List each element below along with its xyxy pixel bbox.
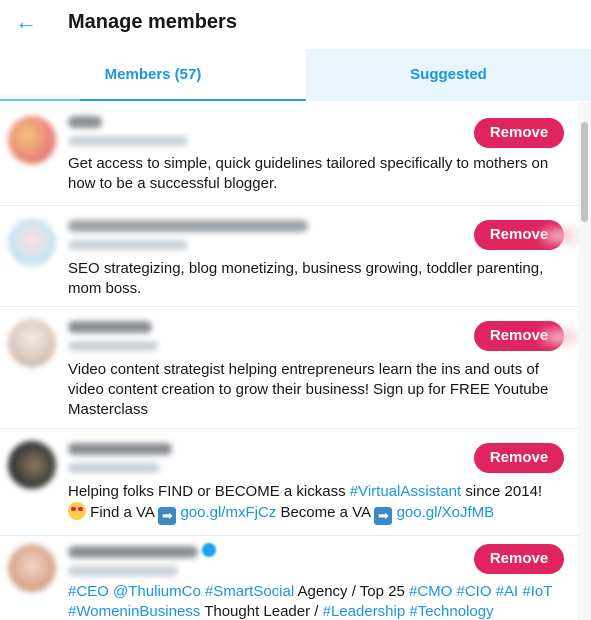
bio-text: since 2014! (461, 483, 543, 500)
url-link[interactable]: goo.gl/XoJfMB (397, 504, 495, 521)
hashtag-link[interactable]: #CMO (409, 583, 452, 600)
hashtag-link[interactable]: #AI (496, 583, 519, 600)
bio-text: Find a VA (86, 504, 159, 521)
verified-badge-icon (202, 543, 216, 557)
member-name-blurred[interactable] (68, 546, 198, 558)
remove-button[interactable]: Remove (474, 443, 564, 473)
bio-text: Helping folks FIND or BECOME a kickass (68, 483, 350, 500)
hashtag-link[interactable]: #WomeninBusiness (68, 603, 200, 620)
list-item: Remove #CEO @ThuliumCo #SmartSocial Agen… (0, 536, 578, 620)
list-item: Remove Get access to simple, quick guide… (0, 102, 578, 206)
scrollbar-thumb[interactable] (581, 122, 588, 222)
modal-header: ← Manage members (0, 0, 591, 46)
member-handle-blurred (68, 463, 160, 473)
list-item: Remove Helping folks FIND or BECOME a ki… (0, 429, 578, 536)
member-handle-blurred (68, 240, 188, 250)
hashtag-link[interactable]: #Technology (409, 603, 493, 620)
bio-text: Agency / Top 25 (294, 583, 409, 600)
member-handle-blurred (68, 136, 188, 146)
hashtag-link[interactable]: #VirtualAssistant (350, 483, 461, 500)
member-bio: Get access to simple, quick guidelines t… (68, 155, 549, 192)
blur-artifact (540, 226, 578, 246)
bio-text: Thought Leader / (200, 603, 323, 620)
remove-button[interactable]: Remove (474, 118, 564, 148)
member-name-blurred[interactable] (68, 321, 152, 333)
hashtag-link[interactable]: #CEO (68, 583, 109, 600)
scrollbar[interactable] (578, 102, 591, 620)
right-arrow-emoji-icon: ➡ (374, 507, 393, 525)
blur-artifact (540, 327, 578, 347)
mention-link[interactable]: @ThuliumCo (113, 583, 201, 600)
heart-eyes-emoji-icon (68, 502, 86, 520)
page-title: Manage members (68, 11, 237, 33)
hashtag-link[interactable]: #SmartSocial (205, 583, 294, 600)
member-bio: Video content strategist helping entrepr… (68, 361, 549, 418)
hashtag-link[interactable]: #IoT (522, 583, 552, 600)
tab-suggested[interactable]: Suggested (306, 49, 591, 101)
avatar[interactable] (8, 218, 56, 266)
hashtag-link[interactable]: #CIO (457, 583, 492, 600)
avatar[interactable] (8, 441, 56, 489)
avatar[interactable] (8, 116, 56, 164)
tab-bar: Members (57) Suggested (0, 49, 591, 101)
right-arrow-emoji-icon: ➡ (158, 507, 177, 525)
member-name-blurred[interactable] (68, 220, 308, 232)
list-item: Remove Video content strategist helping … (0, 307, 578, 429)
bio-text: Become a VA (276, 504, 375, 521)
member-bio: SEO strategizing, blog monetizing, busin… (68, 260, 544, 297)
member-list: Remove Get access to simple, quick guide… (0, 102, 578, 620)
member-name-blurred[interactable] (68, 116, 102, 128)
url-link[interactable]: goo.gl/mxFjCz (180, 504, 276, 521)
avatar[interactable] (8, 319, 56, 367)
avatar[interactable] (8, 544, 56, 592)
list-item: Remove SEO strategizing, blog monetizing… (0, 206, 578, 307)
member-bio: Helping folks FIND or BECOME a kickass #… (68, 482, 568, 525)
back-arrow-icon[interactable]: ← (12, 8, 40, 36)
hashtag-link[interactable]: #Leadership (323, 603, 406, 620)
remove-button[interactable]: Remove (474, 544, 564, 574)
member-handle-blurred (68, 341, 158, 351)
member-handle-blurred (68, 566, 178, 576)
member-bio: #CEO @ThuliumCo #SmartSocial Agency / To… (68, 582, 568, 620)
member-name-blurred[interactable] (68, 443, 172, 455)
